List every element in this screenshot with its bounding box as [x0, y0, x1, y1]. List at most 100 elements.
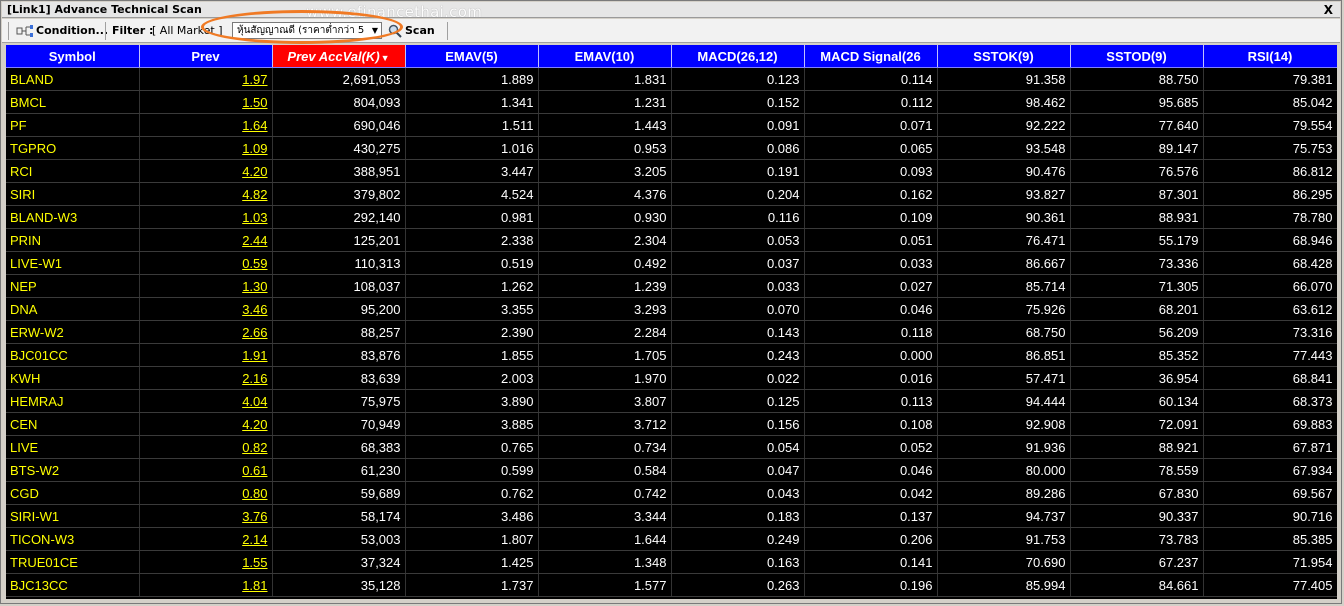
cell-prev[interactable]: 2.44 [139, 228, 273, 252]
column-header-macd-signal[interactable]: MACD Signal(26 [804, 45, 938, 68]
table-row[interactable]: CGD 0.80 59,689 0.762 0.742 0.043 0.042 89.286 6… [6, 481, 1337, 505]
column-header-emav10[interactable]: EMAV(10) [538, 45, 672, 68]
cell-symbol[interactable]: LIVE-W1 [6, 251, 140, 275]
cell-symbol[interactable]: BJC01CC [6, 343, 140, 367]
cell-prev[interactable]: 4.20 [139, 159, 273, 183]
cell-emav10: 1.970 [538, 366, 672, 390]
table-row[interactable]: LIVE-W1 0.59 110,313 0.519 0.492 0.037 0.033 86… [6, 251, 1337, 275]
cell-prev[interactable]: 4.04 [139, 389, 273, 413]
cell-symbol[interactable]: NEP [6, 274, 140, 298]
column-header-prev[interactable]: Prev [139, 45, 273, 68]
cell-symbol[interactable]: BMCL [6, 90, 140, 114]
cell-prev[interactable]: 0.80 [139, 481, 273, 505]
table-row[interactable]: BTS-W2 0.61 61,230 0.599 0.584 0.047 0.046 80.0… [6, 458, 1337, 482]
cell-macd: 0.123 [671, 67, 805, 91]
cell-symbol[interactable]: BTS-W2 [6, 458, 140, 482]
cell-symbol[interactable]: BJC13CC [6, 573, 140, 597]
cell-prev[interactable]: 0.82 [139, 435, 273, 459]
cell-emav5: 3.355 [405, 297, 539, 321]
table-row[interactable]: CEN 4.20 70,949 3.885 3.712 0.156 0.108 92.908 7… [6, 412, 1337, 436]
cell-symbol[interactable]: TICON-W3 [6, 527, 140, 551]
cell-prev[interactable]: 1.55 [139, 550, 273, 574]
cell-sstod: 88.921 [1070, 435, 1204, 459]
filter-market-field[interactable]: [ All Market ] [152, 22, 232, 39]
table-row[interactable]: BLAND 1.97 2,691,053 1.889 1.831 0.123 0.114 91… [6, 67, 1337, 91]
table-row[interactable]: SIRI 4.82 379,802 4.524 4.376 0.204 0.162 93.82… [6, 182, 1337, 206]
column-header-symbol[interactable]: Symbol [6, 45, 140, 68]
cell-symbol[interactable]: PF [6, 113, 140, 137]
table-row[interactable]: LIVE 0.82 68,383 0.765 0.734 0.054 0.052 91.936… [6, 435, 1337, 459]
cell-prev[interactable]: 3.46 [139, 297, 273, 321]
column-header-emav5[interactable]: EMAV(5) [405, 45, 539, 68]
cell-sstok: 91.753 [937, 527, 1071, 551]
cell-prev[interactable]: 1.03 [139, 205, 273, 229]
cell-symbol[interactable]: DNA [6, 297, 140, 321]
cell-rsi: 86.812 [1203, 159, 1337, 183]
cell-prev[interactable]: 4.82 [139, 182, 273, 206]
table-row[interactable]: ERW-W2 2.66 88,257 2.390 2.284 0.143 0.118 68.7… [6, 320, 1337, 344]
cell-sstod: 87.301 [1070, 182, 1204, 206]
column-header-macd[interactable]: MACD(26,12) [671, 45, 805, 68]
table-row[interactable]: BLAND-W3 1.03 292,140 0.981 0.930 0.116 0.109 9… [6, 205, 1337, 229]
table-row[interactable]: PF 1.64 690,046 1.511 1.443 0.091 0.071 92.222 7… [6, 113, 1337, 137]
cell-macd: 0.125 [671, 389, 805, 413]
table-row[interactable]: TICON-W3 2.14 53,003 1.807 1.644 0.249 0.206 91… [6, 527, 1337, 551]
cell-prev[interactable]: 1.50 [139, 90, 273, 114]
cell-prev[interactable]: 3.76 [139, 504, 273, 528]
table-row[interactable]: BMCL 1.50 804,093 1.341 1.231 0.152 0.112 98.46… [6, 90, 1337, 114]
cell-prev[interactable]: 1.97 [139, 67, 273, 91]
table-row[interactable]: BJC01CC 1.91 83,876 1.855 1.705 0.243 0.000 86.… [6, 343, 1337, 367]
cell-sstok: 76.471 [937, 228, 1071, 252]
cell-symbol[interactable]: PRIN [6, 228, 140, 252]
watermark-text: www.efinancethai.com [306, 3, 483, 21]
cell-emav5: 1.855 [405, 343, 539, 367]
cell-prev[interactable]: 2.66 [139, 320, 273, 344]
column-header-rsi[interactable]: RSI(14) [1203, 45, 1337, 68]
cell-prev[interactable]: 1.30 [139, 274, 273, 298]
table-row[interactable]: RCI 4.20 388,951 3.447 3.205 0.191 0.093 90.476… [6, 159, 1337, 183]
cell-symbol[interactable]: BLAND-W3 [6, 205, 140, 229]
cell-symbol[interactable]: TGPRO [6, 136, 140, 160]
cell-prev[interactable]: 1.64 [139, 113, 273, 137]
close-button[interactable]: X [1324, 2, 1333, 18]
cell-symbol[interactable]: TRUE01CE [6, 550, 140, 574]
cell-symbol[interactable]: RCI [6, 159, 140, 183]
cell-symbol[interactable]: HEMRAJ [6, 389, 140, 413]
cell-symbol[interactable]: SIRI [6, 182, 140, 206]
cell-macd-signal: 0.118 [804, 320, 938, 344]
cell-sstod: 67.237 [1070, 550, 1204, 574]
cell-prev[interactable]: 4.20 [139, 412, 273, 436]
column-header-sstod[interactable]: SSTOD(9) [1070, 45, 1204, 68]
cell-symbol[interactable]: KWH [6, 366, 140, 390]
cell-prev[interactable]: 0.59 [139, 251, 273, 275]
table-row[interactable]: KWH 2.16 83,639 2.003 1.970 0.022 0.016 57.471 3… [6, 366, 1337, 390]
cell-symbol[interactable]: BLAND [6, 67, 140, 91]
cell-prev[interactable]: 0.61 [139, 458, 273, 482]
cell-prev[interactable]: 1.09 [139, 136, 273, 160]
cell-prev[interactable]: 2.14 [139, 527, 273, 551]
scan-button[interactable]: Scan [388, 19, 435, 43]
table-row[interactable]: DNA 3.46 95,200 3.355 3.293 0.070 0.046 75.926 6… [6, 297, 1337, 321]
cell-prev[interactable]: 2.16 [139, 366, 273, 390]
cell-symbol[interactable]: LIVE [6, 435, 140, 459]
scan-results-grid[interactable]: Symbol Prev Prev AccVal(K)▼ EMAV(5) EMAV… [6, 45, 1337, 599]
table-row[interactable]: TGPRO 1.09 430,275 1.016 0.953 0.086 0.065 93.5… [6, 136, 1337, 160]
condition-button[interactable]: Condition... [16, 19, 108, 43]
cell-symbol[interactable]: CGD [6, 481, 140, 505]
cell-symbol[interactable]: SIRI-W1 [6, 504, 140, 528]
cell-symbol[interactable]: CEN [6, 412, 140, 436]
table-row[interactable]: PRIN 2.44 125,201 2.338 2.304 0.053 0.051 76.47… [6, 228, 1337, 252]
table-row[interactable]: SIRI-W1 3.76 58,174 3.486 3.344 0.183 0.137 94.… [6, 504, 1337, 528]
column-header-prev-accval[interactable]: Prev AccVal(K)▼ [272, 45, 406, 68]
table-row[interactable]: NEP 1.30 108,037 1.262 1.239 0.033 0.027 85.714… [6, 274, 1337, 298]
table-row[interactable]: TRUE01CE 1.55 37,324 1.425 1.348 0.163 0.141 70… [6, 550, 1337, 574]
cell-emav10: 3.712 [538, 412, 672, 436]
cell-prev[interactable]: 1.91 [139, 343, 273, 367]
signal-dropdown[interactable]: หุ้นสัญญาณดี (ราคาต่ำกว่า 5 ▼ [232, 22, 382, 39]
table-row[interactable]: BJC13CC 1.81 35,128 1.737 1.577 0.263 0.196 85.… [6, 573, 1337, 597]
cell-prev-accval: 88,257 [272, 320, 406, 344]
cell-symbol[interactable]: ERW-W2 [6, 320, 140, 344]
column-header-sstok[interactable]: SSTOK(9) [937, 45, 1071, 68]
table-row[interactable]: HEMRAJ 4.04 75,975 3.890 3.807 0.125 0.113 94.4… [6, 389, 1337, 413]
cell-prev[interactable]: 1.81 [139, 573, 273, 597]
